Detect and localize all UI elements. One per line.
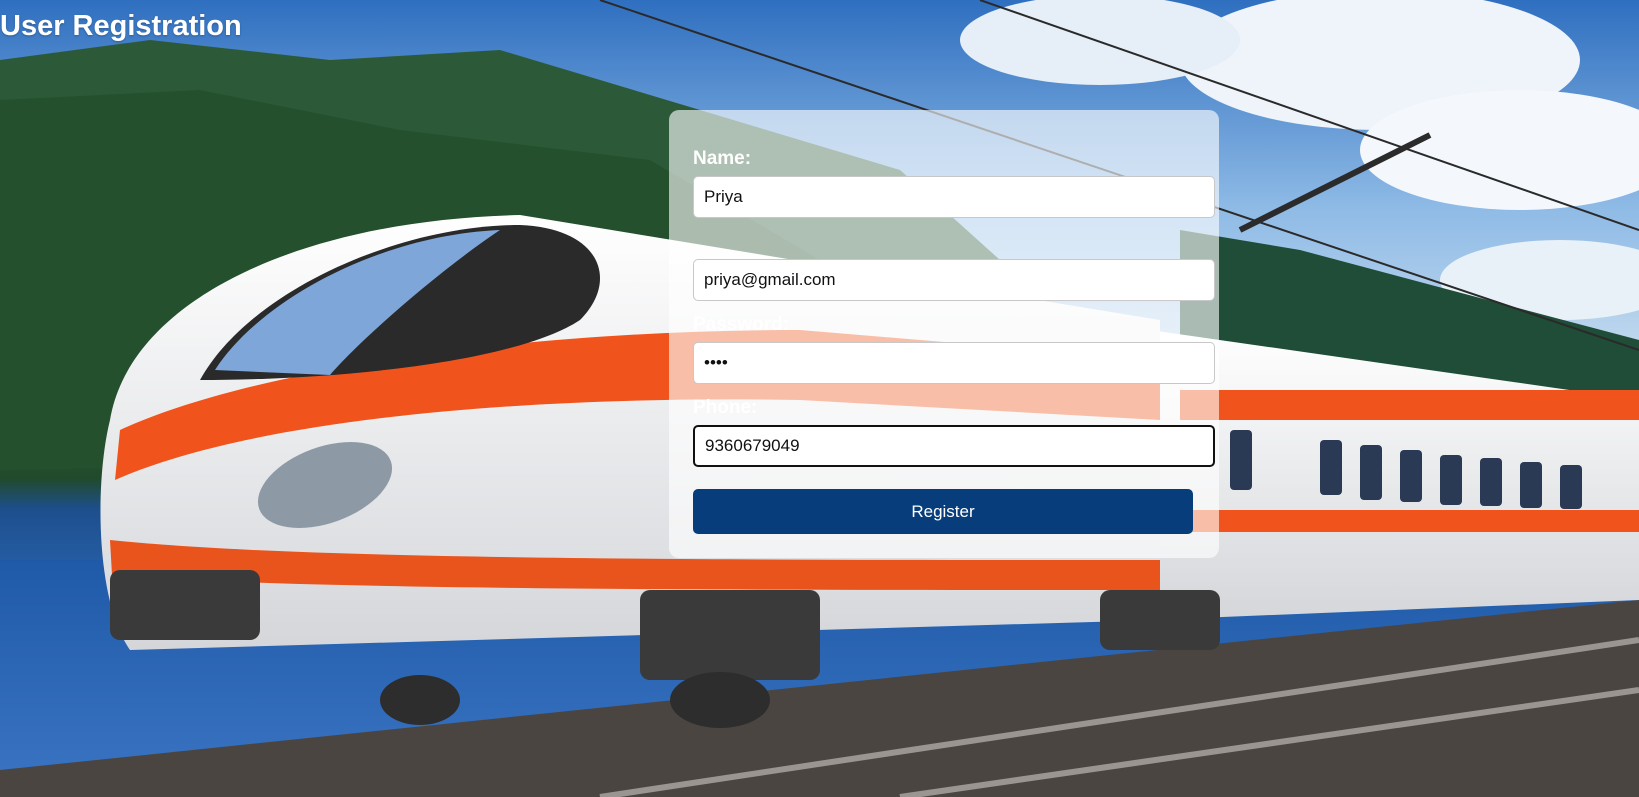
- email-input[interactable]: [693, 259, 1215, 301]
- register-button[interactable]: Register: [693, 489, 1193, 534]
- password-label: Password:: [693, 314, 790, 335]
- name-label: Name:: [693, 148, 752, 169]
- registration-page: User Registration Name: Password: Phone:…: [0, 0, 1639, 797]
- page-title: User Registration: [0, 10, 242, 42]
- name-input[interactable]: [693, 176, 1215, 218]
- password-input[interactable]: [693, 342, 1215, 384]
- phone-input[interactable]: [693, 425, 1215, 467]
- registration-form: Name: Password: Phone: Register: [669, 110, 1219, 558]
- phone-label: Phone:: [693, 397, 758, 418]
